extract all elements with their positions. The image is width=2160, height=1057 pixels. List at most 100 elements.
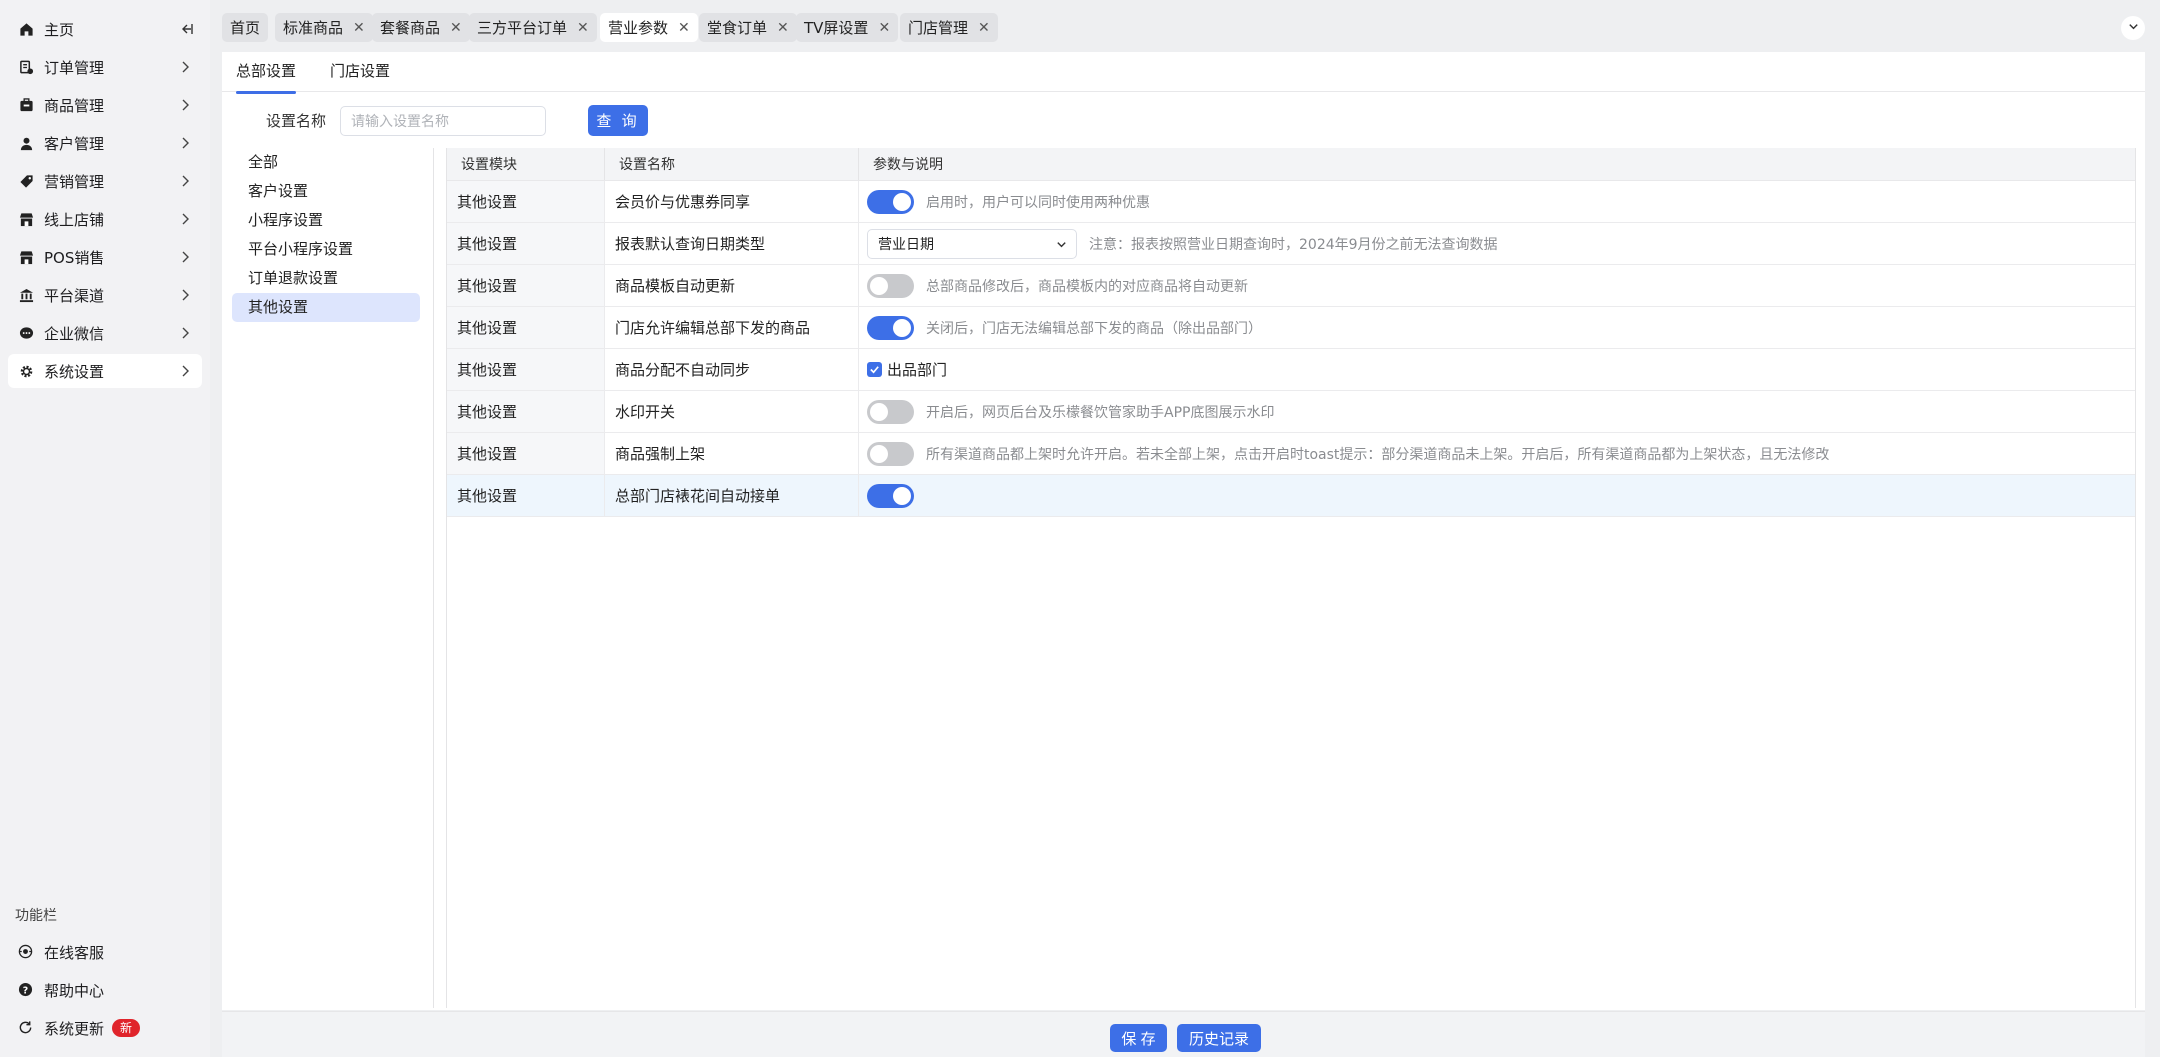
tab-home[interactable]: 首页 bbox=[222, 13, 269, 42]
checkbox-label: 出品部门 bbox=[887, 361, 948, 379]
setting-name-cell: 总部门店裱花间自动接单 bbox=[605, 475, 859, 516]
sidebar-item-online-store[interactable]: 线上店铺 bbox=[8, 202, 202, 236]
auto-accept-order-switch[interactable] bbox=[867, 483, 914, 508]
sidebar-item-customers[interactable]: 客户管理 bbox=[8, 126, 202, 160]
force-listing-switch[interactable] bbox=[867, 441, 914, 466]
setting-name-cell: 商品分配不自动同步 bbox=[605, 349, 859, 390]
table-row: 其他设置 商品强制上架 所有渠道商品都上架时允许开启。若未全部上架，点击开启时t… bbox=[447, 433, 2135, 475]
function-bar-title: 功能栏 bbox=[15, 908, 57, 924]
subtab-store-settings[interactable]: 门店设置 bbox=[330, 60, 390, 81]
sidebar-item-channels[interactable]: 平台渠道 bbox=[8, 278, 202, 312]
table-row: 其他设置 会员价与优惠券同享 启用时，用户可以同时使用两种优惠 bbox=[447, 181, 2135, 223]
system-update-item[interactable]: 系统更新 新 bbox=[8, 1011, 202, 1045]
category-item-miniprogram[interactable]: 小程序设置 bbox=[232, 206, 420, 235]
tab-bar: 首页 标准商品 ✕ 套餐商品 ✕ 三方平台订单 ✕ 营业参数 ✕ 堂食订单 ✕ TV屏设置… bbox=[222, 13, 2145, 43]
new-badge: 新 bbox=[112, 1019, 141, 1037]
setting-name-cell: 水印开关 bbox=[605, 391, 859, 432]
category-item-refund[interactable]: 订单退款设置 bbox=[232, 264, 420, 293]
close-icon[interactable]: ✕ bbox=[878, 20, 890, 36]
subtab-hq-settings[interactable]: 总部设置 bbox=[236, 60, 297, 94]
sidebar-item-system-settings[interactable]: 系统设置 bbox=[8, 354, 202, 388]
pos-icon bbox=[18, 249, 34, 265]
sidebar-item-label: 订单管理 bbox=[44, 58, 105, 77]
category-item-all[interactable]: 全部 bbox=[232, 148, 420, 177]
table-row: 其他设置 商品模板自动更新 总部商品修改后，商品模板内的对应商品将自动更新 bbox=[447, 265, 2135, 307]
select-value: 营业日期 bbox=[878, 236, 934, 253]
nav-list: 主页 订单管理 商品管理 客户管理 营销管理 线上店铺 POS销售 平台渠道 企… bbox=[8, 12, 202, 392]
help-center-label: 帮助中心 bbox=[44, 981, 105, 1000]
sidebar-item-label: 客户管理 bbox=[44, 134, 105, 153]
sidebar-item-home[interactable]: 主页 bbox=[8, 12, 202, 46]
param-cell: 关闭后，门店无法编辑总部下发的商品（除出品部门） bbox=[859, 307, 2135, 348]
tab-tv-screen-settings[interactable]: TV屏设置 ✕ bbox=[796, 13, 899, 42]
param-cell: 所有渠道商品都上架时允许开启。若未全部上架，点击开启时toast提示：部分渠道商… bbox=[859, 433, 2135, 474]
switch-knob bbox=[893, 192, 911, 211]
tab-combo-goods[interactable]: 套餐商品 ✕ bbox=[372, 13, 470, 42]
sidebar-item-label: 营销管理 bbox=[44, 172, 105, 191]
sidebar-item-wecom[interactable]: 企业微信 bbox=[8, 316, 202, 350]
tab-label: TV屏设置 bbox=[804, 19, 869, 37]
collapse-sidebar-icon[interactable] bbox=[178, 21, 194, 37]
template-auto-update-switch[interactable] bbox=[867, 273, 914, 298]
sidebar-item-marketing[interactable]: 营销管理 bbox=[8, 164, 202, 198]
module-cell: 其他设置 bbox=[447, 433, 605, 474]
tab-list-dropdown[interactable] bbox=[2121, 16, 2145, 40]
tab-dine-in-orders[interactable]: 堂食订单 ✕ bbox=[699, 13, 797, 42]
sidebar-item-label: 商品管理 bbox=[44, 96, 105, 115]
tab-standard-goods[interactable]: 标准商品 ✕ bbox=[275, 13, 373, 42]
switch-knob bbox=[893, 318, 911, 337]
module-cell: 其他设置 bbox=[447, 307, 605, 348]
output-department-checkbox[interactable] bbox=[867, 362, 882, 377]
save-button[interactable]: 保 存 bbox=[1110, 1024, 1167, 1052]
tab-business-params[interactable]: 营业参数 ✕ bbox=[600, 13, 698, 42]
chevron-right-icon bbox=[178, 174, 192, 188]
refresh-icon bbox=[18, 1020, 34, 1036]
close-icon[interactable]: ✕ bbox=[577, 20, 589, 36]
order-icon bbox=[18, 59, 34, 75]
chevron-right-icon bbox=[178, 326, 192, 340]
category-item-platform-miniprogram[interactable]: 平台小程序设置 bbox=[232, 235, 420, 264]
online-service-item[interactable]: 在线客服 bbox=[8, 935, 202, 969]
category-item-other[interactable]: 其他设置 bbox=[232, 293, 420, 322]
param-cell bbox=[859, 475, 2135, 516]
tab-third-party-orders[interactable]: 三方平台订单 ✕ bbox=[469, 13, 597, 42]
store-edit-hq-goods-switch[interactable] bbox=[867, 315, 914, 340]
report-date-type-select[interactable]: 营业日期 bbox=[867, 228, 1077, 259]
chevron-down-icon bbox=[2127, 19, 2140, 37]
module-cell: 其他设置 bbox=[447, 349, 605, 390]
close-icon[interactable]: ✕ bbox=[678, 20, 690, 36]
eye-icon bbox=[18, 944, 34, 960]
divider bbox=[433, 148, 434, 1008]
close-icon[interactable]: ✕ bbox=[450, 20, 462, 36]
tab-label: 三方平台订单 bbox=[477, 19, 568, 37]
watermark-switch[interactable] bbox=[867, 399, 914, 424]
online-service-label: 在线客服 bbox=[44, 943, 105, 962]
query-button[interactable]: 查 询 bbox=[588, 105, 648, 136]
switch-knob bbox=[870, 402, 888, 421]
search-label: 设置名称 bbox=[266, 112, 327, 130]
module-cell: 其他设置 bbox=[447, 181, 605, 222]
param-cell: 营业日期 注意：报表按照营业日期查询时，2024年9月份之前无法查询数据 bbox=[859, 223, 2135, 264]
tab-store-management[interactable]: 门店管理 ✕ bbox=[900, 13, 998, 42]
history-button[interactable]: 历史记录 bbox=[1177, 1024, 1261, 1052]
sidebar-item-orders[interactable]: 订单管理 bbox=[8, 50, 202, 84]
module-cell: 其他设置 bbox=[447, 391, 605, 432]
member-price-coupon-switch[interactable] bbox=[867, 189, 914, 214]
param-cell: 总部商品修改后，商品模板内的对应商品将自动更新 bbox=[859, 265, 2135, 306]
sidebar-item-label: 企业微信 bbox=[44, 324, 105, 343]
chevron-right-icon bbox=[178, 136, 192, 150]
sidebar-item-goods[interactable]: 商品管理 bbox=[8, 88, 202, 122]
setting-name-search-input[interactable] bbox=[340, 106, 546, 136]
sidebar-item-pos[interactable]: POS销售 bbox=[8, 240, 202, 274]
help-center-item[interactable]: ? 帮助中心 bbox=[8, 973, 202, 1007]
category-item-customer[interactable]: 客户设置 bbox=[232, 177, 420, 206]
close-icon[interactable]: ✕ bbox=[978, 20, 990, 36]
chevron-right-icon bbox=[178, 212, 192, 226]
table-row: 其他设置 商品分配不自动同步 出品部门 bbox=[447, 349, 2135, 391]
check-icon bbox=[870, 366, 879, 374]
close-icon[interactable]: ✕ bbox=[353, 20, 365, 36]
settings-table: 设置模块 设置名称 参数与说明 其他设置 会员价与优惠券同享 启用时，用户可以同… bbox=[446, 148, 2136, 1008]
close-icon[interactable]: ✕ bbox=[777, 20, 789, 36]
svg-text:?: ? bbox=[23, 985, 28, 996]
system-update-label: 系统更新 bbox=[44, 1019, 105, 1038]
